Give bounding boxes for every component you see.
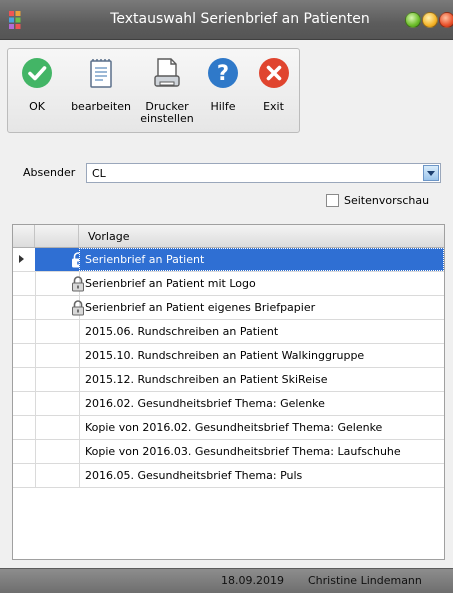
edit-label: bearbeiten [71,100,131,113]
lock-cell [35,392,80,415]
close-circle-icon [259,58,289,88]
exit-label: Exit [263,100,284,113]
table-row[interactable]: 2015.10. Rundschreiben an Patient Walkin… [13,344,444,368]
template-grid: Vorlage Serienbrief an Patient Serienbrie… [12,224,445,560]
template-name: Kopie von 2016.03. Gesundheitsbrief Them… [85,445,401,458]
notepad-icon [90,59,112,88]
minimize-button[interactable] [422,12,438,28]
lock-cell [35,368,80,391]
row-pointer-icon [19,255,24,263]
row-indicator-cell [13,272,36,295]
row-indicator-cell [13,392,36,415]
template-name: 2015.06. Rundschreiben an Patient [85,325,279,338]
padlock-icon [72,300,84,316]
row-indicator-cell [13,368,36,391]
toolbar: OK bearbeiten Drucker einstellen ? Hilfe… [7,48,300,133]
lock-cell [35,464,80,487]
table-row[interactable]: 2016.02. Gesundheitsbrief Thema: Gelenke [13,392,444,416]
page-preview-label: Seitenvorschau [344,194,430,207]
lock-cell [35,248,84,271]
padlock-icon [72,276,84,292]
chevron-down-icon [427,171,435,176]
row-indicator-cell [13,248,36,271]
help-button[interactable]: ? Hilfe [198,49,248,132]
title-bar: Textauswahl Serienbrief an Patienten [0,0,453,40]
window-title: Textauswahl Serienbrief an Patienten [110,11,370,27]
grid-header: Vorlage [13,225,444,248]
row-indicator-cell [13,320,36,343]
table-row[interactable]: 2015.06. Rundschreiben an Patient [13,320,444,344]
lock-cell [35,296,84,319]
lock-cell [35,416,80,439]
edit-button[interactable]: bearbeiten [66,49,136,132]
printer-icon [154,58,180,87]
template-name: 2016.05. Gesundheitsbrief Thema: Puls [85,469,303,482]
ok-label: OK [29,100,45,113]
status-user: Christine Lindemann [308,574,422,587]
row-indicator-cell [13,440,36,463]
lock-cell [35,320,80,343]
row-indicator-cell [13,296,36,319]
table-row[interactable]: Kopie von 2016.02. Gesundheitsbrief Them… [13,416,444,440]
sender-dropdown[interactable]: CL [86,163,441,183]
template-name: 2016.02. Gesundheitsbrief Thema: Gelenke [85,397,325,410]
table-row[interactable]: 2016.05. Gesundheitsbrief Thema: Puls [13,464,444,488]
table-row[interactable]: Kopie von 2016.03. Gesundheitsbrief Them… [13,440,444,464]
sender-value: CL [92,167,106,180]
template-name: Kopie von 2016.02. Gesundheitsbrief Them… [85,421,383,434]
lock-cell [35,344,80,367]
row-indicator-cell [13,416,36,439]
question-mark-icon: ? [208,58,238,88]
lock-cell [35,272,84,295]
check-circle-icon [22,58,52,88]
ok-button[interactable]: OK [8,49,66,132]
close-window-button[interactable] [439,12,453,28]
template-column-header[interactable]: Vorlage [88,230,129,243]
row-indicator-header [13,225,35,247]
row-indicator-cell [13,464,36,487]
lock-cell [35,440,80,463]
status-date: 18.09.2019 [221,574,284,587]
sender-label: Absender [23,166,76,179]
template-name: 2015.12. Rundschreiben an Patient SkiRei… [85,373,328,386]
template-name: 2015.10. Rundschreiben an Patient Walkin… [85,349,365,362]
row-indicator-cell [13,344,36,367]
page-preview-checkbox[interactable] [326,194,339,207]
template-name: Serienbrief an Patient [85,253,205,266]
help-label: Hilfe [210,100,236,113]
table-row[interactable]: Serienbrief an Patient mit Logo [13,272,444,296]
template-name: Serienbrief an Patient eigenes Briefpapi… [85,301,316,314]
exit-button[interactable]: Exit [248,49,299,132]
maximize-button[interactable] [405,12,421,28]
printer-settings-button[interactable]: Drucker einstellen [136,49,198,132]
table-row[interactable]: 2015.12. Rundschreiben an Patient SkiRei… [13,368,444,392]
table-row[interactable]: Serienbrief an Patient eigenes Briefpapi… [13,296,444,320]
svg-text:?: ? [217,61,229,85]
printer-settings-label: Drucker einstellen [140,100,194,125]
app-grid-icon [9,11,21,29]
status-bar: 18.09.2019 Christine Lindemann [0,568,453,593]
lock-column-header[interactable] [35,225,79,247]
template-name: Serienbrief an Patient mit Logo [85,277,256,290]
table-row[interactable]: Serienbrief an Patient [13,248,444,272]
dropdown-button[interactable] [423,165,439,181]
